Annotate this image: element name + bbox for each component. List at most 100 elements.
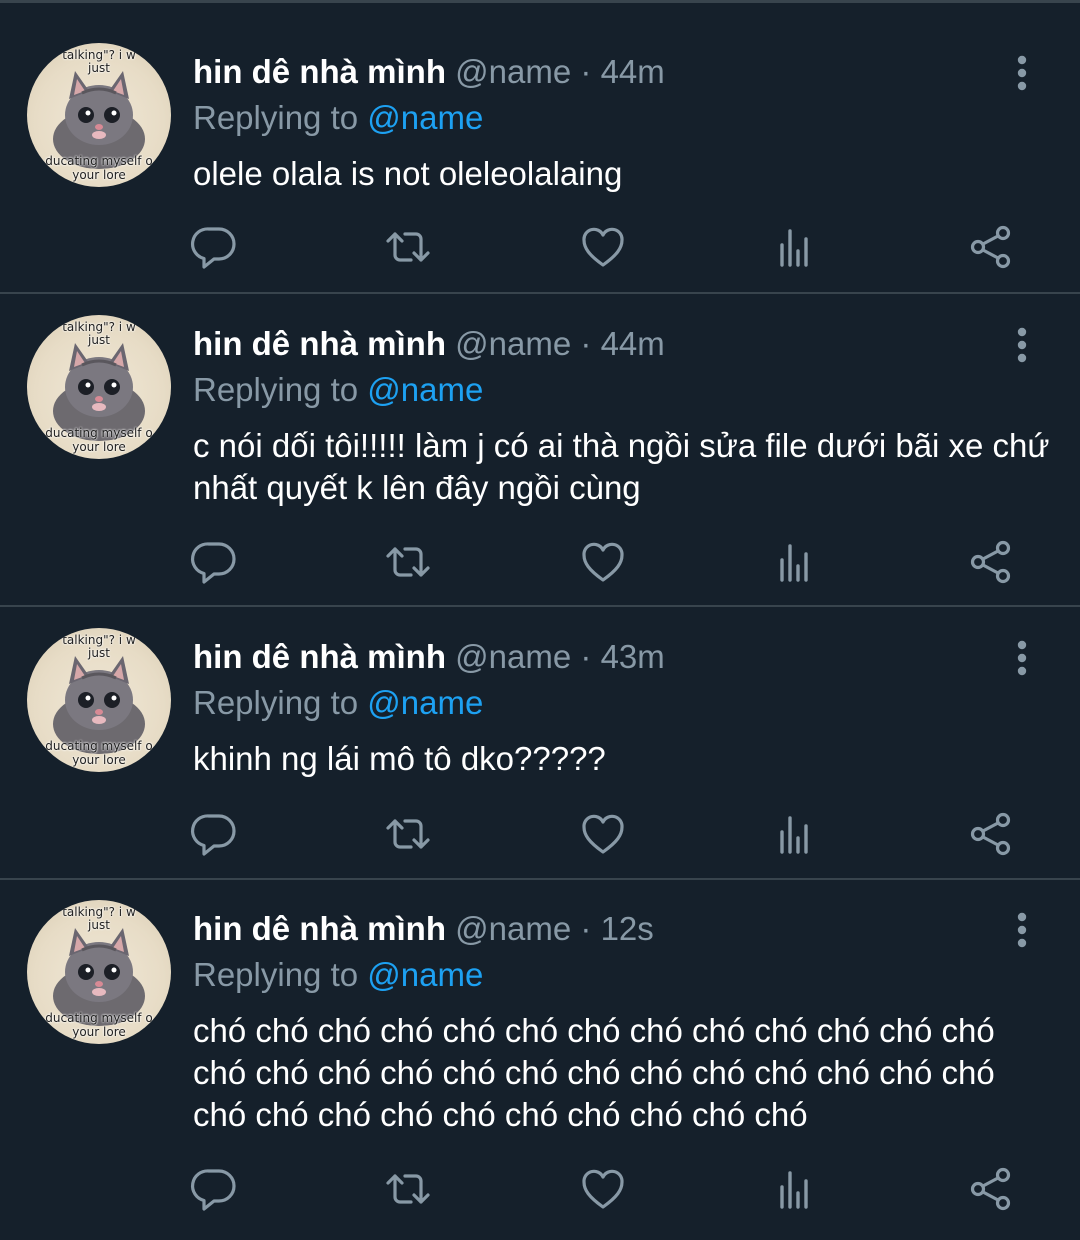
analytics-icon [780, 816, 808, 854]
timestamp[interactable]: 12s [601, 910, 654, 947]
tweet-text: chó chó chó chó chó chó chó chó chó chó … [193, 1012, 995, 1133]
avatar-caption-bottom-2: your lore [72, 1025, 126, 1039]
avatar[interactable]: talking"? i w just ducating myself o you… [27, 315, 171, 459]
share-button[interactable] [967, 223, 1015, 271]
replying-to: Replying to @name [193, 97, 483, 139]
analytics-icon [780, 1171, 808, 1209]
share-button[interactable] [967, 538, 1015, 586]
tweet-header: hin dê nhà mình @name · 44m [193, 323, 665, 365]
heart-icon [582, 1169, 624, 1209]
more-button[interactable] [1006, 638, 1038, 678]
more-button[interactable] [1006, 53, 1038, 93]
tweet-header: hin dê nhà mình @name · 43m [193, 636, 665, 678]
tweet[interactable]: talking"? i w just ducating myself o you… [0, 588, 1080, 880]
retweet-icon [386, 819, 430, 849]
avatar[interactable]: talking"? i w just ducating myself o you… [27, 43, 171, 187]
timestamp[interactable]: 44m [601, 325, 665, 362]
like-button[interactable] [579, 223, 627, 271]
replying-prefix: Replying to [193, 371, 368, 408]
replying-to: Replying to @name [193, 369, 483, 411]
share-icon [970, 1167, 1011, 1211]
separator: · [580, 325, 592, 362]
analytics-button[interactable] [772, 223, 820, 271]
heart-icon [582, 227, 624, 267]
analytics-button[interactable] [772, 810, 820, 858]
retweet-button[interactable] [384, 223, 432, 271]
mention-link[interactable]: @name [367, 371, 483, 408]
analytics-button[interactable] [772, 538, 820, 586]
handle[interactable]: @name [455, 53, 571, 90]
like-button[interactable] [579, 1165, 627, 1213]
avatar-caption-bottom-2: your lore [72, 168, 126, 182]
heart-icon [582, 542, 624, 582]
replying-to: Replying to @name [193, 682, 483, 724]
tweet-text: olele olala is not oleleolalaing [193, 155, 623, 192]
avatar-caption-bottom: ducating myself o [45, 426, 153, 440]
display-name[interactable]: hin dê nhà mình [193, 638, 446, 675]
avatar-caption-bottom: ducating myself o [45, 1011, 153, 1025]
share-button[interactable] [967, 1165, 1015, 1213]
more-vertical-icon [1017, 327, 1027, 363]
avatar-caption-bottom: ducating myself o [45, 739, 153, 753]
avatar-caption-top-2: just [88, 333, 110, 347]
handle[interactable]: @name [455, 325, 571, 362]
replying-prefix: Replying to [193, 99, 368, 136]
tweet-text: c nói dối tôi!!!!! làm j có ai thà ngồi … [193, 427, 1050, 506]
more-button[interactable] [1006, 910, 1038, 950]
tweet[interactable]: talking"? i w just ducating myself o you… [0, 275, 1080, 607]
timestamp[interactable]: 43m [601, 638, 665, 675]
replying-prefix: Replying to [193, 956, 368, 993]
more-vertical-icon [1017, 912, 1027, 948]
reply-icon [190, 542, 236, 584]
separator: · [580, 910, 592, 947]
like-button[interactable] [579, 538, 627, 586]
tweet-header: hin dê nhà mình @name · 12s [193, 908, 654, 950]
analytics-icon [780, 229, 808, 267]
tweet[interactable]: talking"? i w just ducating myself o you… [0, 860, 1080, 1240]
reply-button[interactable] [190, 1165, 238, 1213]
retweet-icon [386, 547, 430, 577]
share-icon [970, 812, 1011, 856]
separator: · [580, 53, 592, 90]
share-button[interactable] [967, 810, 1015, 858]
retweet-button[interactable] [384, 810, 432, 858]
reply-icon [190, 814, 236, 856]
reply-button[interactable] [190, 810, 238, 858]
tweet[interactable]: talking"? i w just ducating myself o you… [0, 3, 1080, 294]
avatar-caption-top-2: just [88, 61, 110, 75]
reply-button[interactable] [190, 538, 238, 586]
mention-link[interactable]: @name [367, 956, 483, 993]
analytics-button[interactable] [772, 1165, 820, 1213]
avatar-caption-bottom: ducating myself o [45, 154, 153, 168]
more-vertical-icon [1017, 640, 1027, 676]
share-icon [970, 540, 1011, 584]
tweet-text: khinh ng lái mô tô dko????? [193, 740, 606, 777]
analytics-icon [780, 544, 808, 582]
replying-to: Replying to @name [193, 954, 483, 996]
reply-icon [190, 1169, 236, 1211]
display-name[interactable]: hin dê nhà mình [193, 910, 446, 947]
mention-link[interactable]: @name [367, 99, 483, 136]
heart-icon [582, 814, 624, 854]
like-button[interactable] [579, 810, 627, 858]
share-icon [970, 225, 1011, 269]
handle[interactable]: @name [455, 638, 571, 675]
mention-link[interactable]: @name [367, 684, 483, 721]
retweet-button[interactable] [384, 1165, 432, 1213]
handle[interactable]: @name [455, 910, 571, 947]
separator: · [580, 638, 592, 675]
avatar-caption-top-2: just [88, 646, 110, 660]
retweet-icon [386, 232, 430, 262]
more-vertical-icon [1017, 55, 1027, 91]
display-name[interactable]: hin dê nhà mình [193, 325, 446, 362]
avatar-caption-top-2: just [88, 918, 110, 932]
avatar-caption-bottom-2: your lore [72, 753, 126, 767]
avatar[interactable]: talking"? i w just ducating myself o you… [27, 628, 171, 772]
more-button[interactable] [1006, 325, 1038, 365]
retweet-button[interactable] [384, 538, 432, 586]
display-name[interactable]: hin dê nhà mình [193, 53, 446, 90]
tweet-header: hin dê nhà mình @name · 44m [193, 51, 665, 93]
avatar[interactable]: talking"? i w just ducating myself o you… [27, 900, 171, 1044]
reply-button[interactable] [190, 223, 238, 271]
timestamp[interactable]: 44m [601, 53, 665, 90]
